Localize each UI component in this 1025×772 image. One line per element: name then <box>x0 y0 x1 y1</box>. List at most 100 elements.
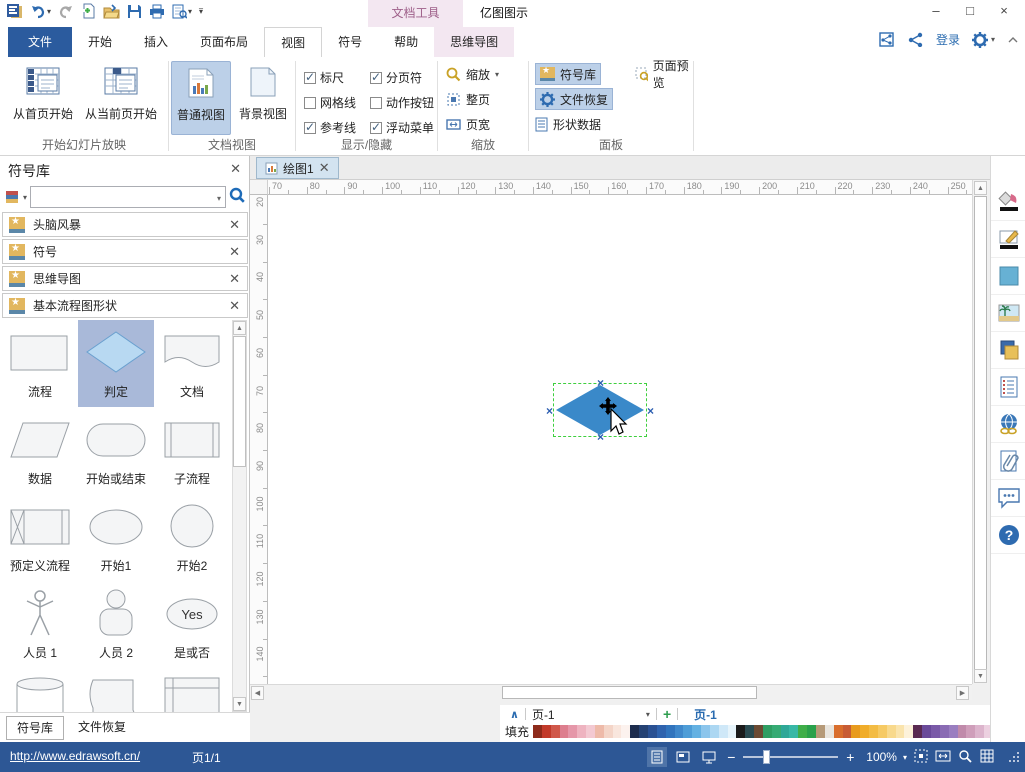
gallery-scroll-up-icon[interactable]: ▲ <box>233 321 246 335</box>
fill-swatch[interactable] <box>745 725 754 738</box>
fill-swatch[interactable] <box>860 725 869 738</box>
customize-toolbar-icon[interactable]: ▾̅ <box>199 7 203 16</box>
fill-swatch[interactable] <box>913 725 922 738</box>
settings-gear-icon[interactable]: ▾ <box>972 32 995 48</box>
fill-swatch[interactable] <box>648 725 657 738</box>
section-close-icon[interactable]: ✕ <box>229 298 240 314</box>
fill-swatch[interactable] <box>922 725 931 738</box>
fill-swatch[interactable] <box>763 725 772 738</box>
help-icon[interactable]: ? <box>991 517 1025 554</box>
fit-width-button[interactable]: 页宽 <box>446 113 490 135</box>
fill-swatch[interactable] <box>568 725 577 738</box>
fill-swatch[interactable] <box>887 725 896 738</box>
zoom-in-button[interactable]: + <box>844 749 856 765</box>
settings-dropdown-icon[interactable]: ▾ <box>991 35 995 44</box>
tab-2[interactable]: 插入 <box>128 27 184 57</box>
fill-swatch[interactable] <box>798 725 807 738</box>
tab-4[interactable]: 视图 <box>264 27 322 57</box>
gallery-scrollbar[interactable]: ▲ ▼ <box>232 320 247 712</box>
library-section-2[interactable]: 思维导图✕ <box>2 266 248 291</box>
shape-curve-doc[interactable] <box>78 668 154 712</box>
fill-swatch[interactable] <box>843 725 852 738</box>
fill-swatch[interactable] <box>958 725 967 738</box>
fill-swatch[interactable] <box>621 725 630 738</box>
background-view-button[interactable]: 背景视图 <box>233 61 293 135</box>
fill-swatch[interactable] <box>825 725 834 738</box>
document-tab-close-icon[interactable]: ✕ <box>319 160 330 176</box>
symbol-library-toggle[interactable]: ★ 符号库 <box>535 63 601 85</box>
shape-predefined[interactable]: 预定义流程 <box>2 494 78 581</box>
checkbox-0[interactable]: 标尺 <box>304 65 370 90</box>
insert-picture-icon[interactable] <box>991 295 1025 332</box>
shape-yesno[interactable]: Yes是或否 <box>154 581 230 668</box>
view-presentation-icon[interactable] <box>699 747 719 767</box>
zoom-slider-thumb[interactable] <box>763 750 770 764</box>
print-preview-dropdown-icon[interactable]: ▾ <box>188 7 192 16</box>
fill-swatch[interactable] <box>542 725 551 738</box>
vertical-scrollbar[interactable]: ▲ ▼ <box>972 180 988 684</box>
fill-swatch[interactable] <box>586 725 595 738</box>
checkbox-box[interactable] <box>370 72 382 84</box>
connection-handle-top[interactable]: × <box>597 378 604 388</box>
fill-swatch[interactable] <box>728 725 737 738</box>
tab-file[interactable]: 文件 <box>8 27 72 57</box>
symbol-search-input[interactable]: ▾ <box>30 186 226 208</box>
fill-swatch[interactable] <box>816 725 825 738</box>
fill-swatch[interactable] <box>851 725 860 738</box>
fill-swatch[interactable] <box>639 725 648 738</box>
zoom-find-icon[interactable] <box>957 748 973 767</box>
redo-button[interactable] <box>58 4 74 19</box>
fill-swatch[interactable] <box>719 725 728 738</box>
shape-data-icon[interactable] <box>991 369 1025 406</box>
fill-swatch[interactable] <box>834 725 843 738</box>
website-link[interactable]: http://www.edrawsoft.cn/ <box>10 749 140 763</box>
fill-swatch[interactable] <box>533 725 542 738</box>
start-from-first-page-button[interactable]: 从首页开始 <box>6 61 80 135</box>
new-page-button[interactable] <box>81 3 96 19</box>
print-button[interactable] <box>149 4 165 19</box>
page-selector[interactable]: 页-1 ▾ <box>532 706 650 723</box>
share-icon[interactable] <box>908 32 924 47</box>
start-from-current-page-button[interactable]: 从当前页开始 <box>84 61 158 135</box>
shape-subprocess[interactable]: 子流程 <box>154 407 230 494</box>
section-close-icon[interactable]: ✕ <box>229 217 240 233</box>
shape-ellipse[interactable]: 开始1 <box>78 494 154 581</box>
minimize-button[interactable]: – <box>919 0 953 24</box>
fit-page-button[interactable]: 整页 <box>446 88 490 110</box>
save-button[interactable] <box>127 4 142 19</box>
fill-swatch[interactable] <box>931 725 940 738</box>
search-button[interactable] <box>229 187 246 207</box>
shape-data-toggle[interactable]: 形状数据 <box>535 113 601 135</box>
gallery-scroll-thumb[interactable] <box>233 336 246 467</box>
section-close-icon[interactable]: ✕ <box>229 271 240 287</box>
gallery-scroll-down-icon[interactable]: ▼ <box>233 697 246 711</box>
panel-tab-symbol-library[interactable]: 符号库 <box>6 716 64 740</box>
close-button[interactable]: × <box>987 0 1021 24</box>
hyperlink-icon[interactable] <box>991 406 1025 443</box>
fill-swatch[interactable] <box>683 725 692 738</box>
scroll-up-icon[interactable]: ▲ <box>974 181 987 195</box>
section-close-icon[interactable]: ✕ <box>229 244 240 260</box>
fill-swatch[interactable] <box>630 725 639 738</box>
zoom-button[interactable]: 缩放 ▾ <box>446 63 499 85</box>
fill-swatch[interactable] <box>754 725 763 738</box>
checkbox-2[interactable]: 网格线 <box>304 90 370 115</box>
tab-7[interactable]: 思维导图 <box>434 27 514 57</box>
zoom-level-dropdown-icon[interactable]: ▾ <box>903 753 907 762</box>
tab-3[interactable]: 页面布局 <box>184 27 264 57</box>
horizontal-scroll-thumb[interactable] <box>502 686 757 699</box>
shape-parallelogram[interactable]: 数据 <box>2 407 78 494</box>
fill-swatch[interactable] <box>807 725 816 738</box>
fill-swatch[interactable] <box>613 725 622 738</box>
connection-handle-right[interactable]: × <box>647 406 654 416</box>
undo-button[interactable]: ▾ <box>30 4 51 19</box>
maximize-button[interactable]: □ <box>953 0 987 24</box>
comment-icon[interactable] <box>991 480 1025 517</box>
shape-person-solid[interactable]: 人员 2 <box>78 581 154 668</box>
checkbox-box[interactable] <box>370 122 382 134</box>
fit-page-status-icon[interactable] <box>935 748 951 767</box>
fill-swatch[interactable] <box>736 725 745 738</box>
fill-swatch[interactable] <box>949 725 958 738</box>
tab-5[interactable]: 符号 <box>322 27 378 57</box>
fill-swatch[interactable] <box>666 725 675 738</box>
